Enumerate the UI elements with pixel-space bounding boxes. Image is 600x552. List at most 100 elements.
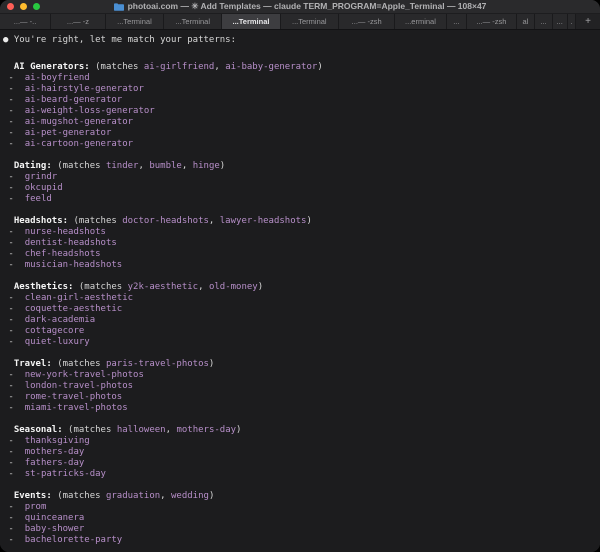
list-marker: - bbox=[3, 458, 25, 468]
list-item: - quinceanera bbox=[3, 513, 594, 524]
list-item-text: st-patricks-day bbox=[24, 469, 106, 479]
list-marker: - bbox=[3, 293, 25, 303]
match-pattern: bumble bbox=[149, 161, 182, 171]
tab-terminal[interactable]: ...— -zsh bbox=[338, 14, 396, 29]
list-item-text: okcupid bbox=[24, 183, 63, 193]
tab-label: ...Terminal bbox=[117, 17, 152, 26]
tab-terminal[interactable]: al bbox=[516, 14, 536, 29]
zoom-button[interactable] bbox=[33, 3, 40, 10]
tab-terminal[interactable]: ... bbox=[552, 14, 568, 29]
section-title: Seasonal: bbox=[13, 425, 63, 435]
section-title: Dating: bbox=[13, 161, 52, 171]
list-marker: - bbox=[3, 370, 25, 380]
list-marker: - bbox=[3, 194, 25, 204]
tab-terminal[interactable]: ...Terminal bbox=[280, 14, 339, 29]
list-item: - rome-travel-photos bbox=[3, 392, 594, 403]
match-pattern: doctor-headshots bbox=[122, 216, 209, 226]
tab-terminal[interactable]: ... bbox=[535, 14, 553, 29]
terminal-window: photoai.com — ✳ Add Templates — claude T… bbox=[0, 0, 600, 552]
titlebar[interactable]: photoai.com — ✳ Add Templates — claude T… bbox=[0, 0, 600, 14]
tab-label: ... bbox=[540, 17, 547, 26]
tab-label: ...— -z bbox=[66, 17, 89, 26]
list-marker: - bbox=[3, 172, 25, 182]
section-title: AI Generators: bbox=[13, 62, 90, 72]
matches-label: (matches bbox=[68, 216, 123, 226]
list-item-text: musician-headshots bbox=[24, 260, 123, 270]
list-item-text: dark-academia bbox=[24, 315, 96, 325]
match-pattern: ai-baby-generator bbox=[225, 62, 318, 72]
list-item: - baby-shower bbox=[3, 524, 594, 535]
list-marker: - bbox=[3, 381, 25, 391]
list-marker: - bbox=[3, 128, 25, 138]
minimize-button[interactable] bbox=[20, 3, 27, 10]
list-item: - fathers-day bbox=[3, 458, 594, 469]
matches-label: (matches bbox=[89, 62, 144, 72]
tab-terminal[interactable]: ...— -z bbox=[51, 14, 106, 29]
tab-terminal[interactable]: ...— -zsh bbox=[467, 14, 517, 29]
list-marker: - bbox=[3, 436, 25, 446]
tab-terminal-active[interactable]: ...Terminal bbox=[222, 14, 281, 29]
tab-label: ...erminal bbox=[405, 17, 436, 26]
list-item-text: ai-weight-loss-generator bbox=[24, 106, 155, 116]
tab-terminal[interactable]: ...Terminal bbox=[105, 14, 165, 29]
list-marker: - bbox=[3, 524, 25, 534]
list-marker: - bbox=[3, 392, 25, 402]
list-item-text: grindr bbox=[24, 172, 58, 182]
section-header: Dating: (matches tinder, bumble, hinge) bbox=[13, 161, 226, 171]
match-pattern: graduation bbox=[105, 491, 161, 501]
list-item-text: ai-pet-generator bbox=[24, 128, 112, 138]
list-marker: - bbox=[3, 403, 25, 413]
category-section: Aesthetics: (matches y2k-aesthetic, old-… bbox=[3, 282, 594, 348]
list-marker: - bbox=[3, 260, 25, 270]
list-item-text: mothers-day bbox=[24, 447, 85, 457]
list-item: - ai-boyfriend bbox=[3, 73, 594, 84]
close-button[interactable] bbox=[7, 3, 14, 10]
list-marker: - bbox=[3, 95, 25, 105]
list-item: - okcupid bbox=[3, 183, 594, 194]
list-item: - new-york-travel-photos bbox=[3, 370, 594, 381]
list-marker: - bbox=[3, 315, 25, 325]
category-section: AI Generators: (matches ai-girlfriend, a… bbox=[3, 62, 594, 150]
tab-terminal[interactable]: . bbox=[567, 14, 576, 29]
list-marker: - bbox=[3, 139, 25, 149]
list-marker: - bbox=[3, 535, 25, 545]
tab-bar: ...— -.. ...— -z ...Terminal ...Terminal...… bbox=[0, 14, 600, 30]
section-title: Events: bbox=[13, 491, 52, 501]
tab-label: ... bbox=[453, 17, 460, 26]
window-title: photoai.com — ✳ Add Templates — claude T… bbox=[0, 0, 600, 13]
new-tab-button[interactable]: + bbox=[576, 14, 600, 29]
tab-label: ...Terminal bbox=[175, 17, 211, 26]
list-marker: - bbox=[3, 238, 25, 248]
terminal-content[interactable]: ● You're right, let me match your patter… bbox=[0, 30, 600, 552]
tab-terminal[interactable]: ...erminal bbox=[395, 14, 447, 29]
match-pattern: lawyer-headshots bbox=[219, 216, 307, 226]
tab-terminal[interactable]: ... bbox=[446, 14, 468, 29]
matches-label: (matches bbox=[51, 359, 106, 369]
list-item-text: ai-boyfriend bbox=[24, 73, 90, 83]
category-section: Events: (matches graduation, wedding) - … bbox=[3, 491, 594, 546]
list-item-text: ai-mugshot-generator bbox=[24, 117, 134, 127]
list-item: - coquette-aesthetic bbox=[3, 304, 594, 315]
folder-icon bbox=[113, 2, 124, 11]
list-marker: - bbox=[3, 249, 25, 259]
tab-terminal[interactable]: ...— -.. bbox=[0, 14, 52, 29]
match-pattern: mothers-day bbox=[176, 425, 237, 435]
match-pattern: paris-travel-photos bbox=[105, 359, 209, 369]
category-section: Headshots: (matches doctor-headshots, la… bbox=[3, 216, 594, 271]
section-header: Headshots: (matches doctor-headshots, la… bbox=[13, 216, 312, 226]
list-item-text: dentist-headshots bbox=[24, 238, 117, 248]
section-title: Aesthetics: bbox=[13, 282, 74, 292]
section-header: Aesthetics: (matches y2k-aesthetic, old-… bbox=[13, 282, 264, 292]
list-item-text: london-travel-photos bbox=[24, 381, 134, 391]
list-item-text: fathers-day bbox=[24, 458, 85, 468]
list-item: - grindr bbox=[3, 172, 594, 183]
list-item-text: ai-beard-generator bbox=[24, 95, 123, 105]
list-item: - ai-hairstyle-generator bbox=[3, 84, 594, 95]
tab-terminal[interactable]: ...Terminal bbox=[164, 14, 223, 29]
match-pattern: hinge bbox=[192, 161, 220, 171]
tab-label: ...— -zsh bbox=[351, 17, 382, 26]
list-marker: - bbox=[3, 337, 25, 347]
list-item-text: bachelorette-party bbox=[24, 535, 123, 545]
list-item: - nurse-headshots bbox=[3, 227, 594, 238]
intro-line: ● You're right, let me match your patter… bbox=[3, 35, 594, 46]
